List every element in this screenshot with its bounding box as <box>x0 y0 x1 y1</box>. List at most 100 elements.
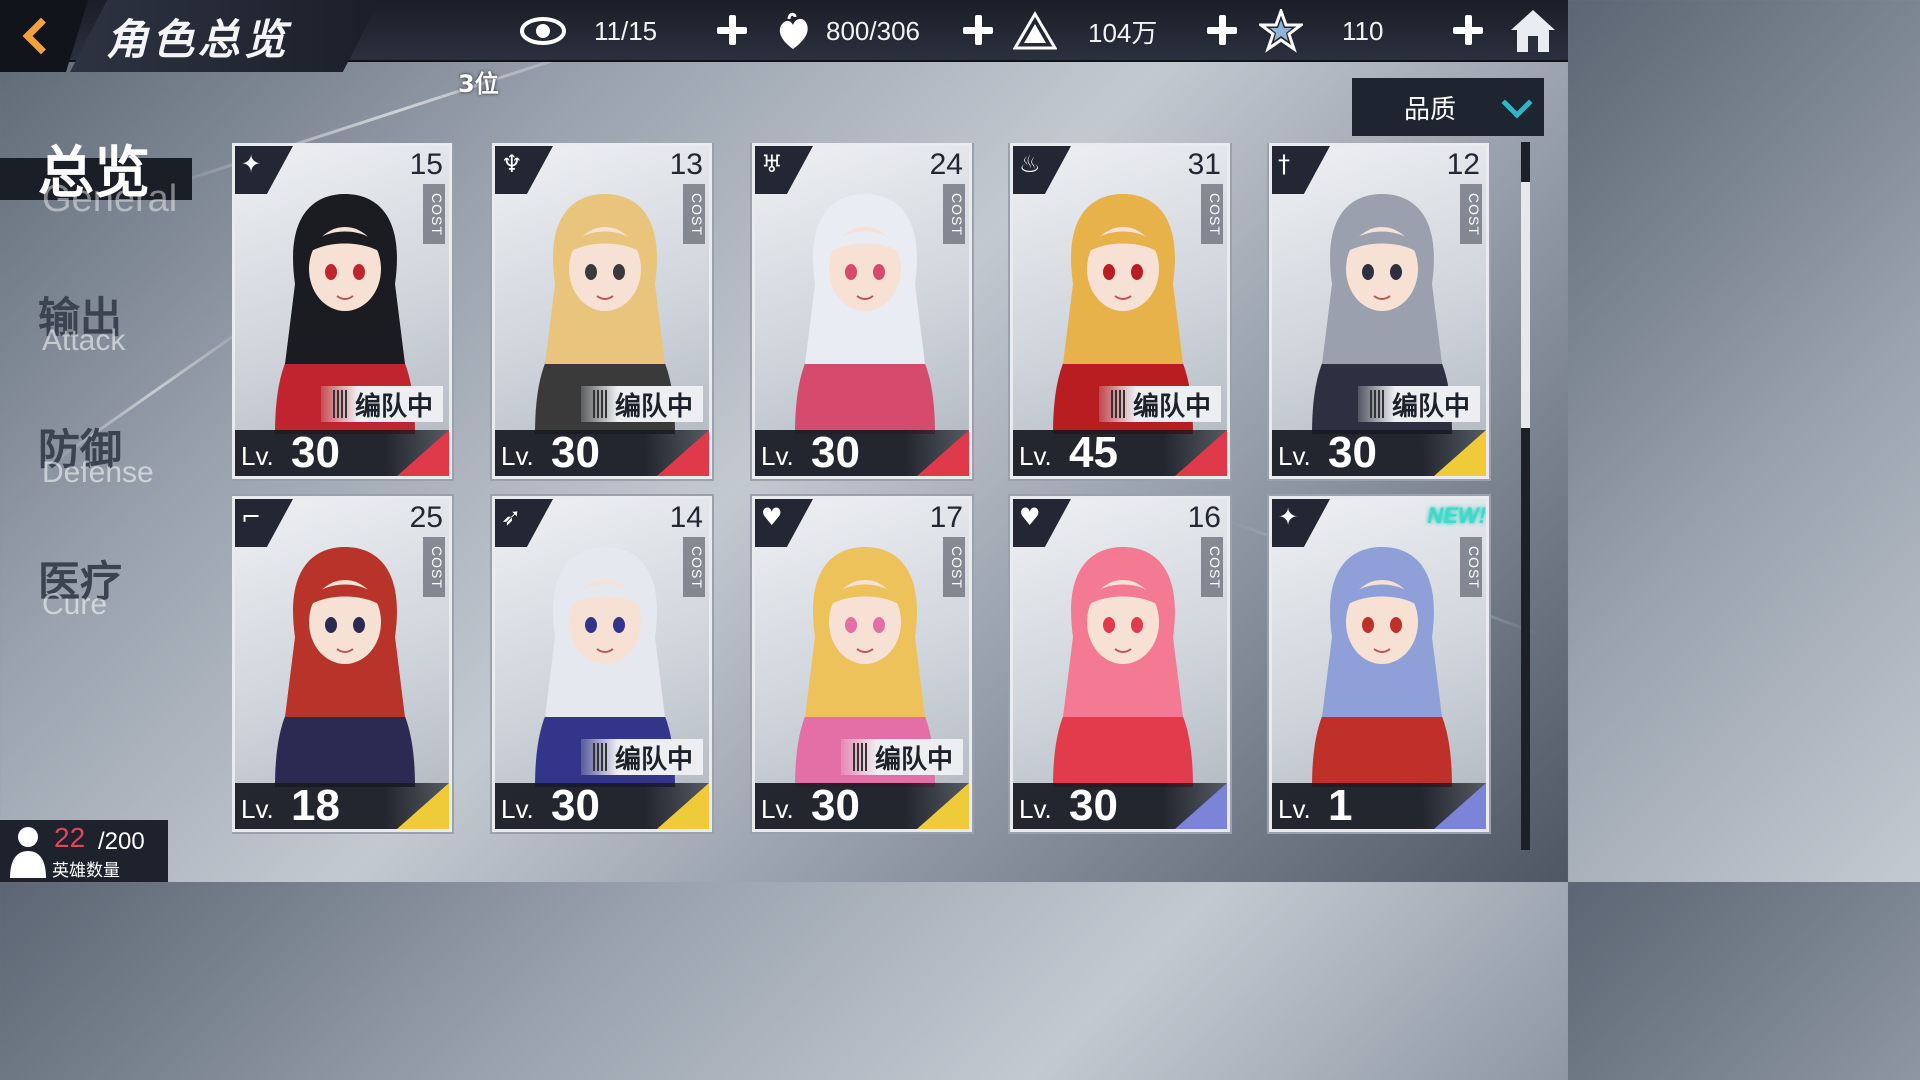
level-bar: Lv. 30 <box>1272 428 1486 477</box>
in-team-badge: 编队中 <box>840 739 963 775</box>
cost-label: COST <box>1460 184 1482 244</box>
cost-label: COST <box>683 537 705 597</box>
level-bar: Lv. 30 <box>495 428 709 477</box>
home-button[interactable] <box>1508 6 1558 56</box>
character-card[interactable]: ✦ COST NEW! Lv. 1 <box>1269 496 1489 832</box>
rarity-stripe <box>397 783 449 829</box>
level-prefix: Lv. <box>761 441 794 471</box>
tab-cure-sublabel: Cure <box>42 588 108 621</box>
level-value: 1 <box>1328 781 1353 830</box>
level-bar: Lv. 1 <box>1272 781 1486 830</box>
rarity-stripe <box>917 783 969 829</box>
character-card[interactable]: ♅ 24 COST Lv. 30 <box>752 143 972 479</box>
character-card[interactable]: ♥ 17 COST 编队中 Lv. 30 <box>752 496 972 832</box>
add-stamina-button[interactable] <box>714 12 750 48</box>
hero-count-label: 英雄数量 <box>52 861 120 881</box>
tab-attack[interactable]: 输出 Attack <box>0 282 160 372</box>
cost-value: 12 <box>1446 148 1480 181</box>
rarity-stripe <box>1434 430 1486 476</box>
character-portrait <box>1312 547 1452 787</box>
tab-defense[interactable]: 防御 Defense <box>0 414 180 494</box>
level-value: 30 <box>811 428 860 477</box>
sort-dropdown[interactable]: 品质 <box>1352 78 1544 136</box>
hearts-value: 800/306 <box>826 15 920 46</box>
tab-defense-sublabel: Defense <box>42 456 154 489</box>
level-bar: Lv. 30 <box>1013 781 1227 830</box>
level-prefix: Lv. <box>241 441 274 471</box>
cost-value: 31 <box>1187 148 1221 181</box>
level-bar: Lv. 18 <box>235 781 449 830</box>
level-value: 30 <box>551 428 600 477</box>
level-prefix: Lv. <box>501 441 534 471</box>
character-card[interactable]: ♥ 16 COST Lv. 30 <box>1010 496 1230 832</box>
sort-label: 品质 <box>1404 94 1457 125</box>
cost-label: COST <box>943 537 965 597</box>
level-prefix: Lv. <box>241 794 274 824</box>
rarity-stripe <box>657 430 709 476</box>
cost-label: COST <box>423 184 445 244</box>
cost-value: 14 <box>669 501 703 534</box>
eye-icon <box>520 8 566 54</box>
level-prefix: Lv. <box>1019 441 1052 471</box>
in-team-badge: 编队中 <box>1098 386 1221 422</box>
level-prefix: Lv. <box>1019 794 1052 824</box>
rarity-stripe <box>657 783 709 829</box>
in-team-badge: 编队中 <box>320 386 443 422</box>
level-bar: Lv. 45 <box>1013 428 1227 477</box>
star-icon <box>1258 8 1304 54</box>
level-value: 30 <box>811 781 860 830</box>
cost-label: COST <box>1460 537 1482 597</box>
resource-stars: 110 <box>1258 8 1383 54</box>
character-card[interactable]: ⌐ 25 COST Lv. 18 <box>232 496 452 832</box>
rank-label: 3位 <box>458 70 499 98</box>
rarity-stripe <box>1175 783 1227 829</box>
level-prefix: Lv. <box>761 794 794 824</box>
tab-general[interactable]: 总览 General <box>0 128 200 224</box>
character-card[interactable]: † 12 COST 编队中 Lv. 30 <box>1269 143 1489 479</box>
rarity-stripe <box>917 430 969 476</box>
level-value: 30 <box>1328 428 1377 477</box>
level-prefix: Lv. <box>1278 441 1311 471</box>
in-team-badge: 编队中 <box>1357 386 1480 422</box>
back-arrow-icon <box>22 17 60 55</box>
level-bar: Lv. 30 <box>755 781 969 830</box>
add-hearts-button[interactable] <box>960 12 996 48</box>
rarity-stripe <box>397 430 449 476</box>
triangle-emblem-icon <box>1012 8 1058 54</box>
character-card[interactable]: ✦ 15 COST 编队中 Lv. 30 <box>232 143 452 479</box>
person-icon <box>10 827 46 878</box>
title-plate: 角色总览 <box>70 0 380 72</box>
cost-value: 13 <box>669 148 703 181</box>
add-gold-button[interactable] <box>1204 12 1240 48</box>
hero-count-panel: 22 /200 英雄数量 <box>0 820 168 882</box>
level-bar: Lv. 30 <box>235 428 449 477</box>
resource-stamina: 11/15 <box>520 8 657 54</box>
level-value: 30 <box>1069 781 1118 830</box>
rarity-stripe <box>1175 430 1227 476</box>
scrollbar-thumb[interactable] <box>1521 182 1530 428</box>
in-team-badge: 编队中 <box>580 739 703 775</box>
character-card[interactable]: ➶ 14 COST 编队中 Lv. 30 <box>492 496 712 832</box>
level-value: 18 <box>291 781 340 830</box>
resource-gold: 104万 <box>1012 8 1157 54</box>
level-value: 45 <box>1069 428 1118 477</box>
character-card[interactable]: ♨ 31 COST 编队中 Lv. 45 <box>1010 143 1230 479</box>
home-icon <box>1511 10 1555 52</box>
cost-label: COST <box>1201 537 1223 597</box>
new-badge: NEW! <box>1427 503 1486 528</box>
tab-cure[interactable]: 医疗 Cure <box>0 546 160 626</box>
add-stars-button[interactable] <box>1450 12 1486 48</box>
character-card[interactable]: ♆ 13 COST 编队中 Lv. 30 <box>492 143 712 479</box>
character-grid[interactable]: ✦ 15 COST 编队中 Lv. 30 ♆ 13 COST 编队中 Lv. 3… <box>232 143 1492 851</box>
rarity-stripe <box>1434 783 1486 829</box>
stamina-value: 11/15 <box>594 15 658 46</box>
cost-value: 16 <box>1187 501 1221 534</box>
level-value: 30 <box>291 428 340 477</box>
top-bar: 角色总览 11/15 800/306 104万 110 <box>0 0 1568 72</box>
back-button[interactable] <box>0 0 88 72</box>
resource-hearts: 800/306 <box>770 8 920 54</box>
cost-label: COST <box>1201 184 1223 244</box>
hero-count-current: 22 <box>54 822 86 853</box>
cost-value: 24 <box>929 148 963 181</box>
hero-count-max: /200 <box>98 828 145 855</box>
